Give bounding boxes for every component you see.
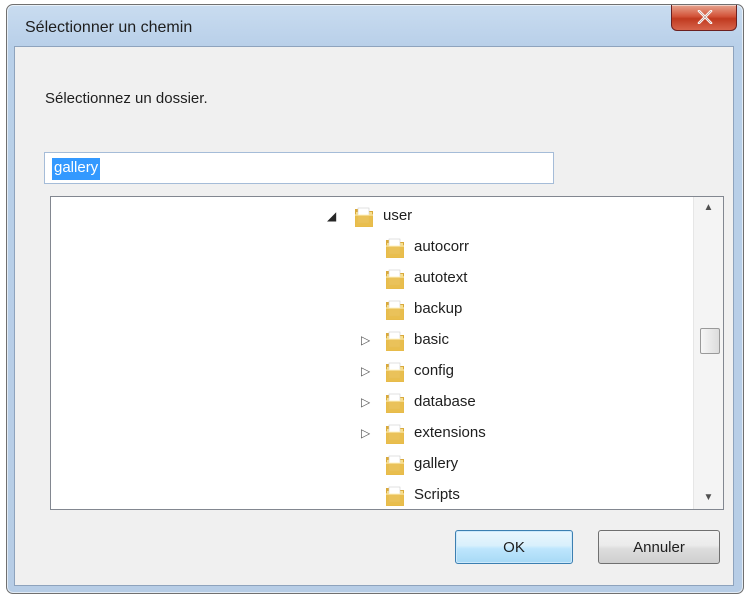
triangle-right-icon[interactable]: ▷	[361, 333, 370, 347]
tree-item-label: basic	[414, 331, 450, 348]
triangle-down-icon[interactable]: ◢	[327, 209, 336, 223]
folder-icon	[384, 267, 406, 291]
tree-item-scripts[interactable]: Scripts	[51, 480, 691, 509]
tree-item-user[interactable]: ◢ user	[51, 201, 691, 231]
triangle-right-icon[interactable]: ▷	[361, 426, 370, 440]
tree-item-extensions[interactable]: ▷ extensions	[51, 418, 691, 448]
folder-icon	[384, 298, 406, 322]
instruction-text: Sélectionnez un dossier.	[45, 90, 208, 107]
folder-icon	[353, 205, 375, 229]
tree-item-label: Scripts	[414, 486, 460, 503]
tree-item-label: backup	[414, 300, 463, 317]
tree-item-gallery[interactable]: gallery	[51, 449, 691, 479]
triangle-right-icon[interactable]: ▷	[361, 395, 370, 409]
tree-item-label: gallery	[414, 455, 459, 472]
tree-item-label: autotext	[414, 269, 468, 286]
window-title: Sélectionner un chemin	[25, 19, 193, 36]
path-input-selected-text: gallery	[52, 158, 101, 180]
tree-item-config[interactable]: ▷ config	[51, 356, 691, 386]
tree-item-autotext[interactable]: autotext	[51, 263, 691, 293]
folder-tree[interactable]: ◢ user autocorr autotext backup ▷ basic ▷ config…	[50, 196, 724, 510]
cancel-button[interactable]: Annuler	[598, 530, 720, 564]
folder-icon	[384, 453, 406, 477]
tree-item-database[interactable]: ▷ database	[51, 387, 691, 417]
close-icon	[697, 10, 713, 24]
tree-item-autocorr[interactable]: autocorr	[51, 232, 691, 262]
triangle-right-icon[interactable]: ▷	[361, 364, 370, 378]
scroll-thumb[interactable]	[700, 328, 720, 354]
folder-icon	[384, 484, 406, 508]
title-bar[interactable]: Sélectionner un chemin	[7, 5, 743, 47]
ok-button[interactable]: OK	[455, 530, 573, 564]
folder-icon	[384, 422, 406, 446]
scroll-up-arrow-icon[interactable]: ▲	[694, 197, 723, 219]
tree-item-basic[interactable]: ▷ basic	[51, 325, 691, 355]
close-button[interactable]	[671, 5, 737, 31]
folder-path-input[interactable]	[44, 152, 554, 184]
tree-item-label: config	[414, 362, 455, 379]
scroll-down-arrow-icon[interactable]: ▼	[694, 487, 723, 509]
folder-icon	[384, 329, 406, 353]
folder-icon	[384, 236, 406, 260]
tree-item-label: extensions	[414, 424, 486, 441]
tree-item-backup[interactable]: backup	[51, 294, 691, 324]
tree-item-label: user	[383, 207, 413, 224]
tree-item-label: autocorr	[414, 238, 470, 255]
tree-item-label: database	[414, 393, 476, 410]
vertical-scrollbar[interactable]: ▲ ▼	[693, 197, 723, 509]
folder-icon	[384, 360, 406, 384]
folder-icon	[384, 391, 406, 415]
